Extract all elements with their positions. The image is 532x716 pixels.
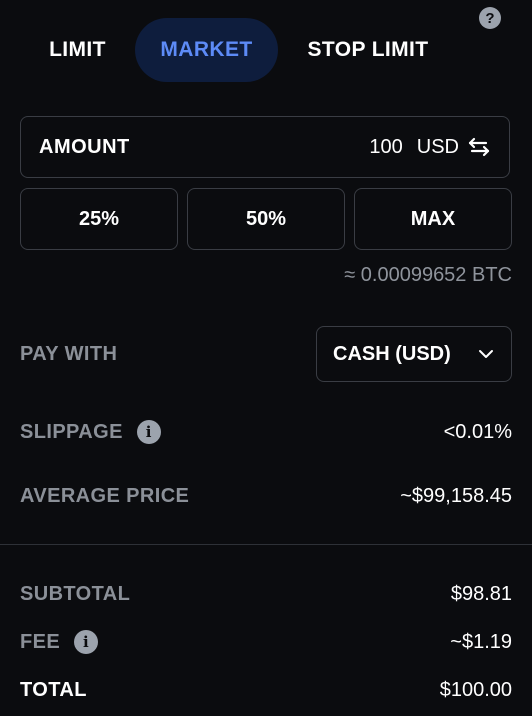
subtotal-label: SUBTOTAL bbox=[20, 582, 131, 605]
slippage-label: SLIPPAGE i bbox=[20, 420, 161, 444]
pay-with-row: PAY WITH CASH (USD) bbox=[20, 326, 512, 382]
tab-limit[interactable]: LIMIT bbox=[20, 18, 135, 82]
slippage-info-icon[interactable]: i bbox=[136, 420, 161, 444]
pay-with-label: PAY WITH bbox=[20, 342, 118, 365]
order-type-tabs: LIMIT MARKET STOP LIMIT bbox=[20, 18, 458, 82]
fee-label: FEE i bbox=[20, 630, 99, 654]
subtotal-row: SUBTOTAL $98.81 bbox=[20, 580, 512, 608]
chevron-down-icon bbox=[479, 350, 493, 358]
divider bbox=[0, 544, 532, 545]
amount-label: AMOUNT bbox=[39, 135, 130, 158]
amount-value[interactable]: 100 bbox=[369, 136, 402, 159]
average-price-row: AVERAGE PRICE ~$99,158.45 bbox=[20, 482, 512, 510]
pay-with-selected: CASH (USD) bbox=[333, 342, 451, 365]
total-value: $100.00 bbox=[439, 678, 512, 701]
amount-currency: USD bbox=[416, 135, 459, 158]
fee-label-text: FEE bbox=[20, 630, 61, 653]
average-price-value: ~$99,158.45 bbox=[400, 484, 512, 507]
amount-max-button[interactable]: MAX bbox=[354, 188, 512, 250]
help-icon[interactable]: ? bbox=[479, 7, 501, 29]
fee-row: FEE i ~$1.19 bbox=[20, 628, 512, 656]
quick-amount-buttons: 25% 50% MAX bbox=[20, 188, 512, 250]
fee-value: ~$1.19 bbox=[450, 630, 512, 653]
amount-50-button[interactable]: 50% bbox=[187, 188, 345, 250]
order-form: ? LIMIT MARKET STOP LIMIT AMOUNT 100 USD… bbox=[0, 0, 532, 716]
tab-stop-limit[interactable]: STOP LIMIT bbox=[278, 18, 458, 82]
total-label: TOTAL bbox=[20, 678, 87, 701]
slippage-row: SLIPPAGE i <0.01% bbox=[20, 418, 512, 446]
amount-input[interactable]: AMOUNT 100 USD bbox=[20, 116, 510, 178]
amount-25-button[interactable]: 25% bbox=[20, 188, 178, 250]
average-price-label: AVERAGE PRICE bbox=[20, 484, 190, 507]
swap-arrows-icon[interactable] bbox=[467, 135, 491, 159]
total-row: TOTAL $100.00 bbox=[20, 676, 512, 704]
fee-info-icon[interactable]: i bbox=[74, 630, 99, 654]
pay-with-select[interactable]: CASH (USD) bbox=[316, 326, 512, 382]
slippage-label-text: SLIPPAGE bbox=[20, 420, 123, 443]
subtotal-value: $98.81 bbox=[450, 582, 512, 605]
slippage-value: <0.01% bbox=[443, 420, 512, 443]
tab-market[interactable]: MARKET bbox=[135, 18, 278, 82]
btc-estimate: ≈ 0.00099652 BTC bbox=[344, 264, 512, 286]
